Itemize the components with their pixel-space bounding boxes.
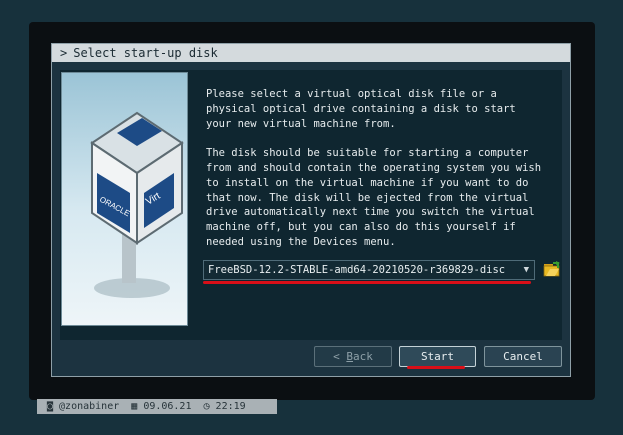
- back-label-rest: ack: [353, 350, 373, 363]
- status-bar: ◙ @zonabiner ▦ 09.06.21 ◷ 22:19: [37, 399, 277, 414]
- status-user: @zonabiner: [59, 401, 120, 412]
- chevron-down-icon[interactable]: ▼: [524, 261, 529, 279]
- disk-select-value: FreeBSD-12.2-STABLE-amd64-20210520-r3698…: [208, 264, 506, 276]
- back-accelerator: B: [346, 350, 353, 363]
- status-time: 22:19: [215, 401, 246, 412]
- choose-disk-button[interactable]: [543, 261, 560, 278]
- highlight-underline-disk: [203, 281, 531, 284]
- virtualbox-cube-icon: ORACLE Virt: [90, 111, 184, 298]
- dialog-title-bar[interactable]: > Select start-up disk: [52, 44, 570, 62]
- select-startup-disk-dialog: > Select start-up disk ORACLE Virt Please…: [51, 43, 571, 377]
- back-button[interactable]: < Back: [314, 346, 392, 367]
- instructions-paragraph-2: The disk should be suitable for starting…: [206, 147, 542, 248]
- folder-open-icon: [543, 261, 560, 277]
- highlight-underline-start: [407, 366, 465, 369]
- calendar-icon: ▦: [131, 401, 138, 412]
- cancel-button[interactable]: Cancel: [484, 346, 562, 367]
- virtualbox-logo-image: ORACLE Virt: [61, 72, 188, 326]
- instructions-text: Please select a virtual optical disk fil…: [206, 87, 556, 265]
- start-button[interactable]: Start: [399, 346, 476, 367]
- disk-select-dropdown[interactable]: FreeBSD-12.2-STABLE-amd64-20210520-r3698…: [203, 260, 535, 280]
- instructions-paragraph-1: Please select a virtual optical disk fil…: [206, 88, 516, 130]
- camera-icon: ◙: [47, 401, 54, 412]
- dialog-title: Select start-up disk: [73, 46, 218, 60]
- back-prefix: <: [333, 350, 347, 363]
- status-date: 09.06.21: [143, 401, 192, 412]
- title-arrow: >: [60, 46, 68, 60]
- clock-icon: ◷: [203, 401, 210, 412]
